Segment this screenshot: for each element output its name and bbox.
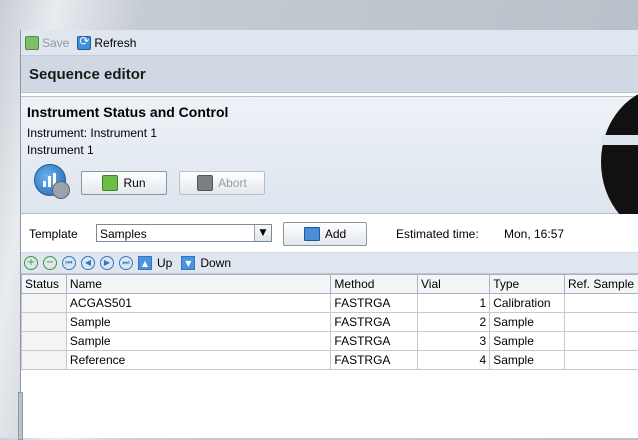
ref-sample-cell[interactable]: [565, 294, 638, 313]
refresh-icon: [77, 36, 91, 50]
status-cell[interactable]: [22, 351, 67, 370]
move-down-label[interactable]: Down: [200, 256, 231, 270]
last-row-icon[interactable]: ⏭: [119, 256, 133, 270]
vial-cell[interactable]: 1: [418, 294, 490, 313]
add-label: Add: [325, 227, 346, 241]
name-cell[interactable]: Sample: [66, 332, 331, 351]
ref-sample-cell[interactable]: [565, 313, 638, 332]
column-header-type[interactable]: Type: [490, 275, 565, 294]
table-row[interactable]: Reference FASTRGA 4 Sample: [22, 351, 638, 370]
move-up-icon[interactable]: ▲: [138, 256, 152, 270]
sequence-editor-pane: Save Refresh Sequence editor Instrument …: [20, 30, 638, 438]
status-cell[interactable]: [22, 332, 67, 351]
save-label: Save: [42, 36, 69, 50]
abort-label: Abort: [218, 176, 247, 190]
refresh-button[interactable]: Refresh: [77, 36, 136, 50]
column-header-vial[interactable]: Vial: [418, 275, 490, 294]
first-row-icon[interactable]: ⏮: [62, 256, 76, 270]
type-cell[interactable]: Sample: [490, 351, 565, 370]
remove-row-icon[interactable]: −: [43, 256, 57, 270]
instrument-icon[interactable]: [34, 164, 66, 196]
next-row-icon[interactable]: ▶: [100, 256, 114, 270]
ref-sample-cell[interactable]: [565, 351, 638, 370]
vial-cell[interactable]: 2: [418, 313, 490, 332]
type-cell[interactable]: Sample: [490, 332, 565, 351]
add-row-icon[interactable]: +: [24, 256, 38, 270]
template-select[interactable]: Samples ▼: [96, 224, 272, 242]
instrument-line: Instrument: Instrument 1: [27, 126, 157, 140]
status-dot-icon: [52, 181, 70, 199]
run-button[interactable]: Run: [81, 171, 167, 195]
name-cell[interactable]: Sample: [66, 313, 331, 332]
move-up-label[interactable]: Up: [157, 256, 172, 270]
estimated-time-value: Mon, 16:57: [504, 227, 564, 241]
abort-button[interactable]: Abort: [179, 171, 265, 195]
template-label: Template: [29, 227, 78, 241]
method-cell[interactable]: FASTRGA: [331, 351, 418, 370]
previous-row-icon[interactable]: ◀: [81, 256, 95, 270]
run-label: Run: [123, 176, 145, 190]
status-cell[interactable]: [22, 294, 67, 313]
move-down-icon[interactable]: ▼: [181, 256, 195, 270]
table-header-row: Status Name Method Vial Type Ref. Sample: [22, 275, 638, 294]
estimated-time-label: Estimated time:: [396, 227, 479, 241]
method-cell[interactable]: FASTRGA: [331, 332, 418, 351]
method-cell[interactable]: FASTRGA: [331, 294, 418, 313]
type-cell[interactable]: Sample: [490, 313, 565, 332]
table-row[interactable]: ACGAS501 FASTRGA 1 Calibration: [22, 294, 638, 313]
name-cell[interactable]: Reference: [66, 351, 331, 370]
instrument-status-panel: Instrument Status and Control Instrument…: [21, 96, 638, 214]
name-cell[interactable]: ACGAS501: [66, 294, 331, 313]
template-selected-value: Samples: [100, 227, 147, 241]
sequence-table: Status Name Method Vial Type Ref. Sample…: [21, 274, 638, 370]
column-header-ref-sample[interactable]: Ref. Sample: [565, 275, 638, 294]
type-cell[interactable]: Calibration: [490, 294, 565, 313]
refresh-label: Refresh: [94, 36, 136, 50]
column-header-name[interactable]: Name: [66, 275, 331, 294]
add-button[interactable]: Add: [283, 222, 367, 246]
column-header-method[interactable]: Method: [331, 275, 418, 294]
scrollbar-edge[interactable]: [18, 392, 23, 440]
instrument-name: Instrument 1: [27, 143, 94, 157]
method-cell[interactable]: FASTRGA: [331, 313, 418, 332]
table-row[interactable]: Sample FASTRGA 3 Sample: [22, 332, 638, 351]
add-icon: [304, 227, 320, 241]
run-icon: [102, 175, 118, 191]
vial-cell[interactable]: 4: [418, 351, 490, 370]
chevron-down-icon[interactable]: ▼: [254, 225, 271, 241]
template-row: Template Samples ▼ Add Estimated time: M…: [21, 214, 638, 253]
row-navigation-bar: + − ⏮ ◀ ▶ ⏭ ▲ Up ▼ Down: [21, 253, 638, 274]
column-header-status[interactable]: Status: [22, 275, 67, 294]
abort-icon: [197, 175, 213, 191]
toolbar: Save Refresh: [21, 30, 638, 56]
save-icon: [25, 36, 39, 50]
ref-sample-cell[interactable]: [565, 332, 638, 351]
status-cell[interactable]: [22, 313, 67, 332]
page-title: Sequence editor: [21, 56, 638, 93]
save-button[interactable]: Save: [25, 36, 69, 50]
status-heading: Instrument Status and Control: [27, 104, 228, 120]
vial-cell[interactable]: 3: [418, 332, 490, 351]
table-row[interactable]: Sample FASTRGA 2 Sample: [22, 313, 638, 332]
